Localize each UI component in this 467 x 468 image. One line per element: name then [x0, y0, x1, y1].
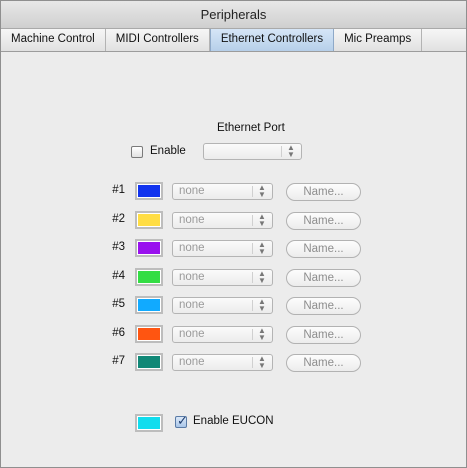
controller-select[interactable]: none ▲ ▼	[172, 269, 273, 286]
controller-select-value: none	[179, 214, 205, 226]
enable-ethernet-checkbox[interactable]	[131, 146, 143, 158]
eucon-color-swatch[interactable]	[135, 414, 163, 432]
controller-select[interactable]: none ▲ ▼	[172, 297, 273, 314]
controller-name-button[interactable]: Name...	[286, 326, 361, 344]
controller-select-value: none	[179, 356, 205, 368]
updown-arrows-icon: ▲ ▼	[258, 183, 266, 199]
updown-arrows-icon: ▲ ▼	[258, 240, 266, 256]
updown-arrows-icon: ▲ ▼	[258, 326, 266, 342]
controller-select[interactable]: none ▲ ▼	[172, 183, 273, 200]
tab-bar: Machine Control MIDI Controllers Etherne…	[1, 29, 466, 52]
ethernet-controllers-panel: Ethernet Port Enable ▲ ▼ #1 none ▲ ▼ Name... #…	[1, 52, 466, 467]
controller-number: #2	[112, 213, 125, 225]
controller-color-fill	[138, 185, 160, 197]
controller-color-fill	[138, 242, 160, 254]
controller-name-button[interactable]: Name...	[286, 297, 361, 315]
controller-select-value: none	[179, 299, 205, 311]
tab-ethernet-controllers[interactable]: Ethernet Controllers	[209, 29, 335, 51]
controller-color-fill	[138, 328, 160, 340]
controller-color-swatch[interactable]	[135, 211, 163, 229]
controller-number: #6	[112, 327, 125, 339]
tab-midi-controllers[interactable]: MIDI Controllers	[106, 29, 210, 51]
eucon-color-fill	[138, 417, 160, 429]
controller-color-fill	[138, 356, 160, 368]
controller-select-value: none	[179, 242, 205, 254]
controller-select-value: none	[179, 271, 205, 283]
tab-machine-control[interactable]: Machine Control	[1, 29, 106, 51]
updown-arrows-icon: ▲ ▼	[287, 143, 295, 159]
controller-number: #1	[112, 184, 125, 196]
controller-name-button[interactable]: Name...	[286, 212, 361, 230]
controller-number: #4	[112, 270, 125, 282]
updown-arrows-icon: ▲ ▼	[258, 212, 266, 228]
updown-arrows-icon: ▲ ▼	[258, 269, 266, 285]
controller-color-swatch[interactable]	[135, 239, 163, 257]
controller-name-button[interactable]: Name...	[286, 240, 361, 258]
controller-number: #3	[112, 241, 125, 253]
controller-select-value: none	[179, 328, 205, 340]
controller-name-button[interactable]: Name...	[286, 354, 361, 372]
controller-select[interactable]: none ▲ ▼	[172, 212, 273, 229]
controller-color-swatch[interactable]	[135, 353, 163, 371]
controller-select[interactable]: none ▲ ▼	[172, 326, 273, 343]
peripherals-window: Peripherals Machine Control MIDI Control…	[0, 0, 467, 468]
controller-color-fill	[138, 299, 160, 311]
window-title: Peripherals	[1, 1, 466, 29]
controller-number: #7	[112, 355, 125, 367]
enable-eucon-label: Enable EUCON	[193, 415, 274, 427]
controller-color-swatch[interactable]	[135, 325, 163, 343]
checkmark-icon: ✓	[177, 413, 188, 428]
controller-color-fill	[138, 214, 160, 226]
controller-color-swatch[interactable]	[135, 296, 163, 314]
controller-color-swatch[interactable]	[135, 182, 163, 200]
controller-name-button[interactable]: Name...	[286, 269, 361, 287]
controller-color-fill	[138, 271, 160, 283]
updown-arrows-icon: ▲ ▼	[258, 354, 266, 370]
controller-select[interactable]: none ▲ ▼	[172, 240, 273, 257]
controller-select-value: none	[179, 185, 205, 197]
controller-color-swatch[interactable]	[135, 268, 163, 286]
tab-mic-preamps[interactable]: Mic Preamps	[334, 29, 423, 51]
enable-eucon-checkbox[interactable]: ✓	[175, 413, 188, 428]
ethernet-port-select[interactable]: ▲ ▼	[203, 143, 302, 160]
controller-select[interactable]: none ▲ ▼	[172, 354, 273, 371]
ethernet-port-heading: Ethernet Port	[217, 122, 285, 134]
controller-number: #5	[112, 298, 125, 310]
updown-arrows-icon: ▲ ▼	[258, 297, 266, 313]
controller-name-button[interactable]: Name...	[286, 183, 361, 201]
enable-ethernet-label: Enable	[150, 145, 186, 157]
